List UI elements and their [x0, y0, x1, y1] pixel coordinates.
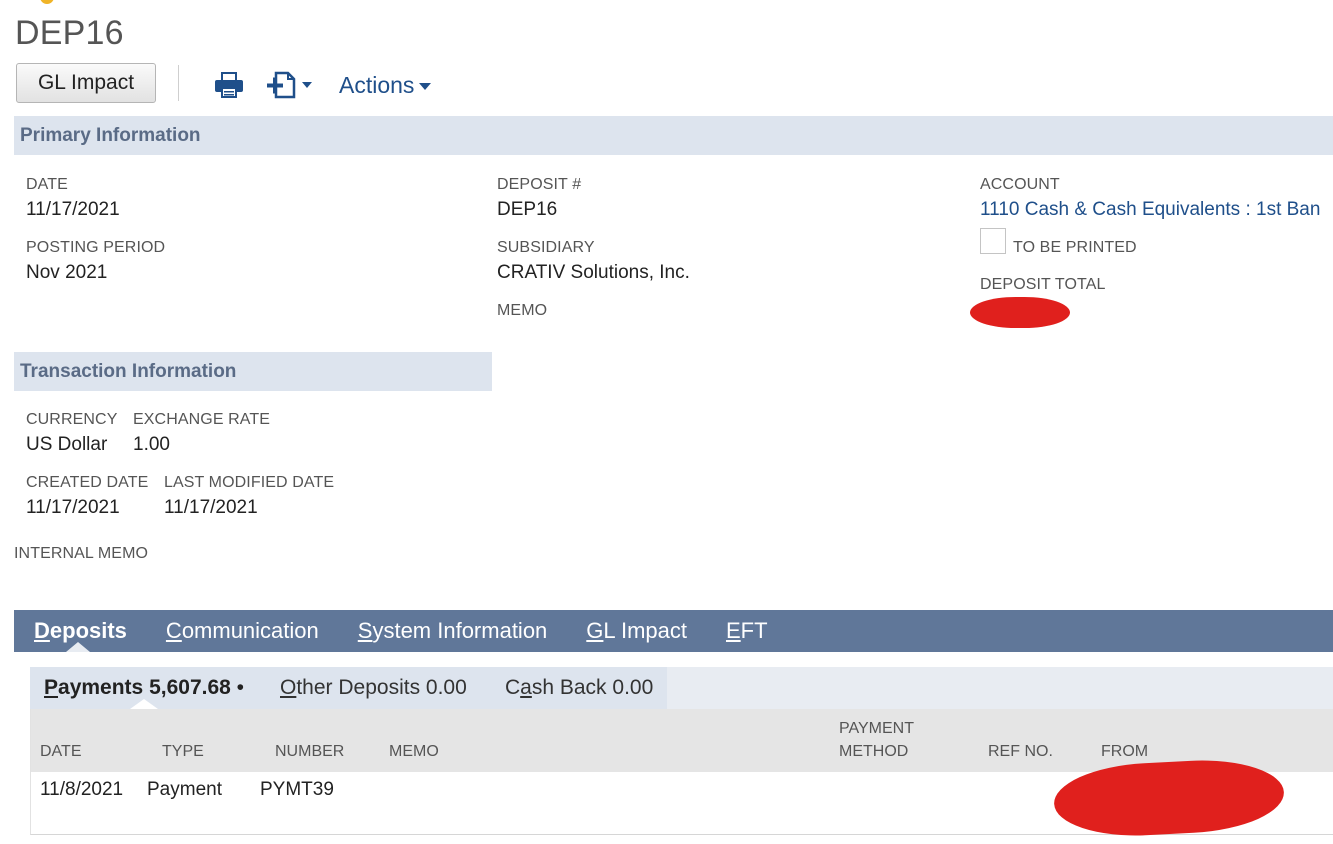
actions-menu[interactable]: Actions — [339, 72, 432, 99]
deposit-total-label: DEPOSIT TOTAL — [980, 276, 1106, 293]
posting-period-value: Nov 2021 — [26, 262, 108, 283]
internal-memo-label: INTERNAL MEMO — [14, 545, 149, 562]
created-date-value: 11/17/2021 — [26, 497, 120, 518]
actions-label: Actions — [339, 72, 415, 98]
deposit-number-value: DEP16 — [497, 199, 558, 220]
primary-information-header[interactable]: Primary Information — [14, 116, 1333, 155]
column-header-memo[interactable]: MEMO — [389, 740, 439, 763]
tab-system-information[interactable]: System Information — [358, 618, 548, 644]
created-date-label: CREATED DATE — [26, 474, 149, 491]
memo-label: MEMO — [497, 302, 548, 319]
date-value: 11/17/2021 — [26, 199, 120, 220]
subtabs-group: Payments 5,607.68 • Other Deposits 0.00 … — [30, 667, 667, 709]
page-title: DEP16 — [15, 14, 124, 52]
to-be-printed-label: TO BE PRINTED — [1013, 239, 1137, 256]
chevron-down-icon — [302, 82, 312, 88]
column-header-from[interactable]: FROM — [1101, 740, 1148, 763]
posting-period-label: POSTING PERIOD — [26, 239, 166, 256]
subtab-other-deposits[interactable]: Other Deposits 0.00 — [280, 676, 467, 700]
toolbar-divider — [178, 65, 179, 101]
toolbar: GL Impact Actions — [16, 63, 716, 103]
column-header-ref-no[interactable]: REF NO. — [988, 740, 1053, 763]
tab-deposits[interactable]: Deposits — [34, 618, 127, 644]
payment-number: PYMT39 — [260, 779, 334, 800]
table-header: DATE TYPE NUMBER MEMO PAYMENT METHOD REF… — [31, 709, 1333, 772]
tab-gl-impact[interactable]: GL Impact — [586, 618, 687, 644]
print-icon[interactable] — [214, 71, 244, 99]
last-modified-date-label: LAST MODIFIED DATE — [164, 474, 335, 491]
date-label: DATE — [26, 176, 68, 193]
payment-method-header-line1: PAYMENT — [839, 720, 914, 737]
new-document-icon[interactable] — [266, 71, 314, 99]
subtab-payments[interactable]: Payments 5,607.68 • — [44, 676, 244, 700]
gl-impact-button[interactable]: GL Impact — [16, 63, 156, 103]
payment-type: Payment — [147, 779, 222, 800]
subrecord-tabs: Deposits Communication System Informatio… — [14, 610, 1333, 652]
payment-method-header-line2: METHOD — [839, 743, 909, 760]
account-label: ACCOUNT — [980, 176, 1060, 193]
column-header-number[interactable]: NUMBER — [275, 740, 344, 763]
transaction-information-header[interactable]: Transaction Information — [14, 352, 492, 391]
subsidiary-value: CRATIV Solutions, Inc. — [497, 262, 690, 283]
currency-label: CURRENCY — [26, 411, 118, 428]
payment-date-link[interactable]: 11/8/2021 — [40, 779, 123, 801]
status-indicator — [40, 0, 54, 4]
account-link[interactable]: 1110 Cash & Cash Equivalents : 1st Ban — [980, 199, 1333, 221]
active-subtab-pointer — [130, 699, 158, 709]
column-header-type[interactable]: TYPE — [162, 740, 204, 763]
last-modified-date-value: 11/17/2021 — [164, 497, 258, 518]
subtab-cash-back[interactable]: Cash Back 0.00 — [505, 676, 653, 700]
exchange-rate-value: 1.00 — [133, 434, 170, 455]
redacted-deposit-total — [970, 297, 1070, 328]
active-tab-pointer — [66, 642, 90, 652]
column-header-payment-method[interactable]: PAYMENT METHOD — [839, 717, 914, 763]
deposit-subtabs: Payments 5,607.68 • Other Deposits 0.00 … — [30, 667, 1333, 709]
column-header-date[interactable]: DATE — [40, 740, 81, 763]
to-be-printed-checkbox[interactable] — [980, 228, 1006, 254]
deposit-number-label: DEPOSIT # — [497, 176, 582, 193]
currency-value: US Dollar — [26, 434, 108, 455]
exchange-rate-label: EXCHANGE RATE — [133, 411, 271, 428]
subsidiary-label: SUBSIDIARY — [497, 239, 595, 256]
chevron-down-icon — [419, 83, 432, 91]
tab-eft[interactable]: EFT — [726, 618, 768, 644]
tab-communication[interactable]: Communication — [166, 618, 319, 644]
